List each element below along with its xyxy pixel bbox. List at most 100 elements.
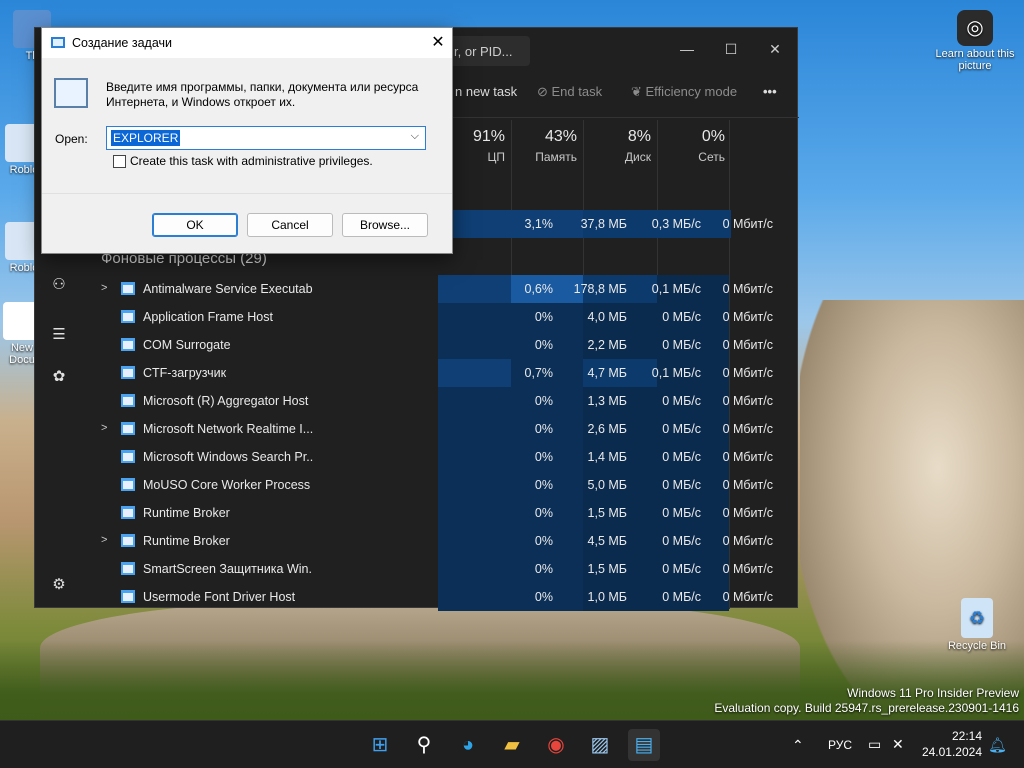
admin-privileges-checkbox[interactable] <box>113 155 126 168</box>
header-disk[interactable]: 8% Диск <box>595 128 651 164</box>
table-row[interactable]: CTF-загрузчик 0,7% 4,7 МБ 0,1 МБ/с 0 Мбит/с <box>83 359 799 387</box>
table-row[interactable]: > Antimalware Service Executable 0,6% 178,8… <box>83 275 799 303</box>
search-icon[interactable]: ⚲ <box>408 729 440 761</box>
browse-button[interactable]: Browse... <box>342 213 428 237</box>
cancel-button[interactable]: Cancel <box>247 213 333 237</box>
process-icon <box>121 282 135 295</box>
process-icon <box>121 422 135 435</box>
table-row[interactable]: MoUSO Core Worker Process 0% 5,0 МБ 0 МБ/с 0… <box>83 471 799 499</box>
table-row[interactable]: > Microsoft Network Realtime I... 0% 2,6 МБ… <box>83 415 799 443</box>
watermark-line1: Windows 11 Pro Insider Preview <box>847 686 1019 700</box>
disk-value: 0,1 МБ/с <box>651 366 701 380</box>
network-value: 0 Мбит/с <box>722 366 773 380</box>
clock-time[interactable]: 22:14 <box>938 729 982 743</box>
chevron-up-icon[interactable]: ⌃ <box>792 737 804 754</box>
memory-value: 2,2 МБ <box>587 338 627 352</box>
sidebar-item-settings[interactable]: ⚙ <box>49 575 69 595</box>
expand-chevron-icon[interactable]: > <box>101 422 113 434</box>
disk-value: 0 МБ/с <box>662 450 701 464</box>
task-manager-icon <box>54 78 88 108</box>
learn-about-picture[interactable]: ◎ Learn about this picture <box>935 10 1015 72</box>
file-explorer-icon[interactable]: ▰ <box>496 729 528 761</box>
efficiency-mode-button[interactable]: ❦ Efficiency mode <box>631 84 737 100</box>
process-name: MoUSO Core Worker Process <box>143 478 311 492</box>
task-manager-taskbar-icon[interactable]: ▤ <box>628 729 660 761</box>
end-task-button[interactable]: ⊘ End task <box>537 84 602 100</box>
header-cpu[interactable]: 91% ЦП <box>455 128 505 164</box>
open-input-value: EXPLORER <box>111 130 181 146</box>
disk-value: 0 МБ/с <box>662 338 701 352</box>
create-task-dialog: Создание задачи ✕ Введите имя программы,… <box>41 27 453 254</box>
run-new-task-button[interactable]: n new task <box>455 84 517 99</box>
table-row[interactable]: Microsoft (R) Aggregator Host 0% 1,3 МБ 0 М… <box>83 387 799 415</box>
network-value: 0 Мбит/с <box>722 562 773 576</box>
expand-chevron-icon[interactable]: > <box>101 534 113 546</box>
end-task-icon: ⊘ <box>537 84 552 99</box>
dialog-close-button[interactable]: ✕ <box>426 32 450 54</box>
memory-value: 4,0 МБ <box>587 310 627 324</box>
expand-chevron-icon[interactable]: > <box>101 282 113 294</box>
process-name: SmartScreen Защитника Win... <box>143 562 313 576</box>
chrome-icon[interactable]: ◉ <box>540 729 572 761</box>
sidebar-item-services[interactable]: ✿ <box>49 367 69 387</box>
process-icon <box>121 590 135 603</box>
users-icon: ⚇ <box>52 276 66 293</box>
process-icon <box>121 562 135 575</box>
header-memory[interactable]: 43% Память <box>525 128 577 164</box>
notification-bell-icon[interactable]: 🔔︎ <box>988 736 1007 754</box>
close-icon[interactable]: ✕ <box>755 34 795 64</box>
network-value: 0 Мбит/с <box>722 478 773 492</box>
cpu-value: 0% <box>534 422 553 436</box>
run-icon <box>51 37 65 48</box>
process-icon <box>121 338 135 351</box>
maximize-icon[interactable]: ☐ <box>711 34 751 64</box>
network-value: 0 Мбит/с <box>722 450 773 464</box>
process-icon <box>121 394 135 407</box>
table-row[interactable]: Usermode Font Driver Host 0% 1,0 МБ 0 МБ/с 0… <box>83 583 799 611</box>
process-name: Microsoft Windows Search Pr... <box>143 450 313 464</box>
disk-value: 0 МБ/с <box>662 534 701 548</box>
process-icon <box>121 478 135 491</box>
memory-value: 5,0 МБ <box>587 478 627 492</box>
network-value: 0 Мбит/с <box>722 534 773 548</box>
performance-monitor-icon[interactable]: ▨ <box>584 729 616 761</box>
process-icon <box>121 450 135 463</box>
memory-value: 1,0 МБ <box>587 590 627 604</box>
language-indicator[interactable]: РУС <box>828 738 852 752</box>
volume-muted-icon[interactable]: ✕ <box>892 736 904 753</box>
table-row[interactable]: SmartScreen Защитника Win... 0% 1,5 МБ 0 МБ… <box>83 555 799 583</box>
cpu-value: 0% <box>534 590 553 604</box>
memory-value: 1,5 МБ <box>587 506 627 520</box>
more-options-button[interactable]: ••• <box>763 84 777 99</box>
table-row[interactable]: COM Surrogate 0% 2,2 МБ 0 МБ/с 0 Мбит/с <box>83 331 799 359</box>
process-name: Microsoft (R) Aggregator Host <box>143 394 309 408</box>
process-icon <box>121 310 135 323</box>
table-row[interactable]: Microsoft Windows Search Pr... 0% 1,4 МБ 0 … <box>83 443 799 471</box>
sidebar-item-details[interactable]: ☰ <box>49 325 69 345</box>
table-row[interactable]: Runtime Broker 0% 1,5 МБ 0 МБ/с 0 Мбит/с <box>83 499 799 527</box>
network-value: 0 Мбит/с <box>722 310 773 324</box>
start-icon[interactable]: ⊞ <box>364 729 396 761</box>
network-icon[interactable]: ▭ <box>868 736 881 753</box>
watermark-line2: Evaluation copy. Build 25947.rs_prerelea… <box>714 701 1019 715</box>
cpu-value: 0% <box>534 394 553 408</box>
table-row[interactable]: > Runtime Broker 0% 4,5 МБ 0 МБ/с 0 Мбит/с <box>83 527 799 555</box>
header-network[interactable]: 0% Сеть <box>665 128 725 164</box>
edge-icon[interactable]: ◕ <box>452 729 484 761</box>
cpu-value: 0% <box>534 478 553 492</box>
ok-button[interactable]: OK <box>152 213 238 237</box>
recycle-bin[interactable]: ♻ Recycle Bin <box>942 598 1012 652</box>
minimize-icon[interactable]: — <box>667 34 707 64</box>
gear-icon: ⚙ <box>52 576 66 593</box>
chevron-down-icon[interactable]: ⌵ <box>411 130 419 143</box>
search-input[interactable]: r, or PID... <box>442 36 530 66</box>
table-row[interactable]: Application Frame Host 0% 4,0 МБ 0 МБ/с 0 Мб… <box>83 303 799 331</box>
clock-date[interactable]: 24.01.2024 <box>920 745 982 759</box>
dialog-message: Введите имя программы, папки, документа … <box>106 80 419 109</box>
open-input[interactable]: EXPLORER ⌵ <box>106 126 426 150</box>
process-name: Usermode Font Driver Host <box>143 590 296 604</box>
sidebar-item-users[interactable]: ⚇ <box>49 275 69 295</box>
process-name: Antimalware Service Executable <box>143 282 313 296</box>
disk-value: 0 МБ/с <box>662 562 701 576</box>
recycle-bin-icon: ♻ <box>961 598 993 638</box>
